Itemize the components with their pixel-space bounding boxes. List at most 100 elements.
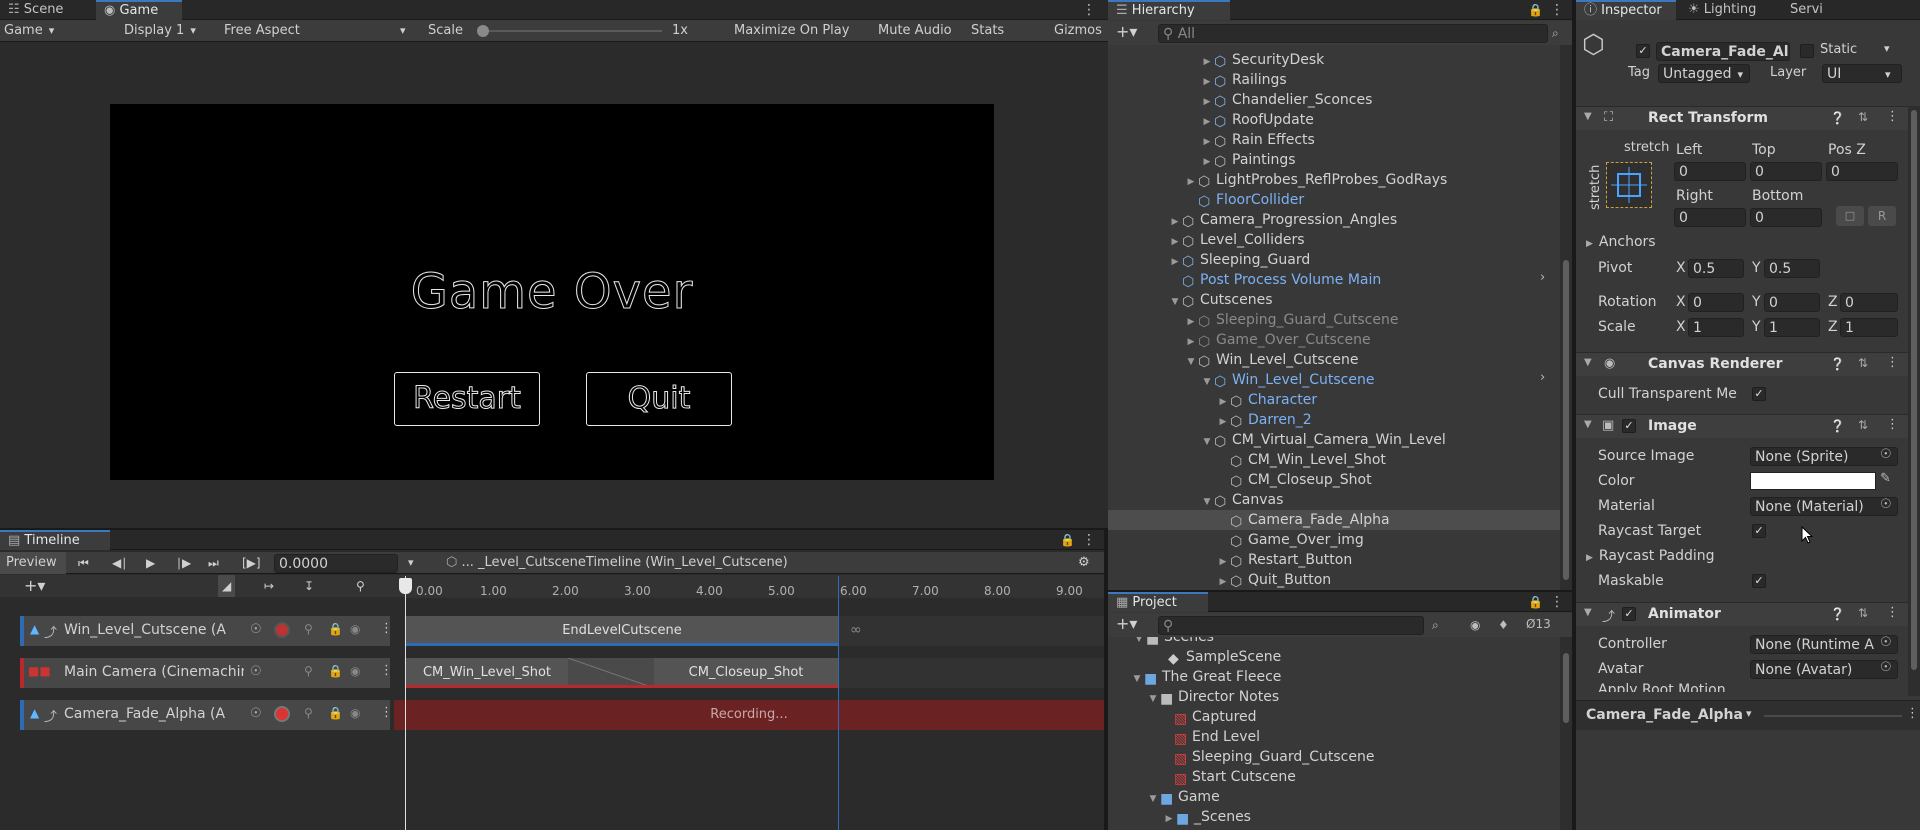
scale-x-field[interactable]: 1: [1688, 318, 1744, 337]
mute-audio-button[interactable]: Mute Audio: [878, 20, 952, 42]
project-scrollbar[interactable]: [1560, 637, 1572, 830]
quit-button[interactable]: Quit: [586, 372, 732, 426]
chevron-right-icon[interactable]: ›: [1540, 270, 1545, 285]
eye-icon[interactable]: ◉: [350, 664, 360, 678]
cull-checkbox[interactable]: ✓: [1752, 387, 1766, 401]
track-camera-fade-alpha[interactable]: ▲ ⤴ Camera_Fade_Alpha (A ☉ ⚲ 🔒 ◉ ⋮: [20, 700, 393, 730]
object-name-field[interactable]: Camera_Fade_Alp: [1656, 42, 1790, 61]
lock-icon[interactable]: 🔒: [1528, 594, 1543, 610]
list-item[interactable]: ▧ Sleeping_Guard_Cutscene: [1174, 747, 1374, 767]
pin-icon[interactable]: ⚲: [304, 706, 313, 720]
list-item[interactable]: ⬡ CM_Closeup_Shot: [1216, 470, 1372, 490]
track-main-camera[interactable]: ■■ Main Camera (Cinemachine ☉ ⚲ 🔒 ◉ ⋮: [20, 658, 393, 688]
first-frame-icon[interactable]: ⏮: [78, 552, 89, 574]
game-viewport[interactable]: Game Over Restart Quit: [110, 104, 994, 480]
list-item[interactable]: ▼ ■ Director Notes: [1146, 687, 1280, 707]
preview-dropdown-icon[interactable]: ▾: [1746, 707, 1752, 720]
blend-region[interactable]: [568, 658, 654, 688]
help-icon[interactable]: ❔: [1830, 419, 1845, 433]
hidden-packages-count[interactable]: Ø13: [1526, 616, 1551, 632]
collapse-icon[interactable]: ▼: [1584, 111, 1592, 122]
time-format-dropdown[interactable]: ▾: [408, 552, 414, 574]
raycast-padding-foldout[interactable]: ▶ Raycast Padding: [1586, 546, 1715, 566]
playhead-line[interactable]: [405, 576, 406, 830]
object-picker-icon[interactable]: ☉: [1880, 447, 1892, 462]
search-by-type-icon[interactable]: ⌕: [1432, 617, 1439, 633]
collapse-icon[interactable]: ▼: [1584, 357, 1592, 368]
blueprint-mode-icon[interactable]: □: [1836, 206, 1864, 226]
lock-icon[interactable]: 🔒: [328, 706, 343, 720]
material-field[interactable]: None (Material): [1750, 497, 1898, 516]
layer-dropdown[interactable]: UI: [1822, 64, 1902, 83]
presets-icon[interactable]: ⇅: [1858, 418, 1868, 432]
pin-icon[interactable]: ⚲: [304, 622, 313, 636]
static-dropdown-icon[interactable]: ▾: [1884, 42, 1890, 55]
tab-services[interactable]: Servi: [1782, 0, 1834, 20]
rotation-z-field[interactable]: 0: [1840, 293, 1898, 312]
presets-icon[interactable]: ⇅: [1858, 356, 1868, 370]
list-item[interactable]: ▶ ⬡ Character: [1216, 390, 1318, 410]
display-mode-dropdown[interactable]: Game: [4, 20, 110, 42]
raycast-target-checkbox[interactable]: ✓: [1752, 524, 1766, 538]
preview-menu-icon[interactable]: ⋮: [1906, 706, 1919, 721]
image-enabled-checkbox[interactable]: ✓: [1622, 419, 1636, 433]
list-item[interactable]: ▶ ⬡ Paintings: [1200, 150, 1296, 170]
list-item[interactable]: ▶ ⬡ Railings: [1200, 70, 1287, 90]
list-item[interactable]: ▶ ⬡ Rain Effects: [1200, 130, 1315, 150]
gizmos-dropdown[interactable]: Gizmos: [1054, 20, 1113, 42]
label-icon[interactable]: ♦: [1498, 617, 1509, 633]
animator-header[interactable]: ▼ ⤴ ✓ Animator ❔ ⇅ ⋮: [1576, 602, 1908, 626]
target-icon[interactable]: ☉: [250, 706, 262, 721]
create-dropdown[interactable]: +▾: [1116, 21, 1137, 43]
scrollbar-thumb[interactable]: [1911, 110, 1917, 670]
scrollbar-thumb[interactable]: [1563, 653, 1569, 723]
lock-icon[interactable]: 🔒: [328, 664, 343, 678]
timeline-settings-icon[interactable]: ⚙: [1078, 552, 1090, 574]
anchors-foldout[interactable]: ▶ Anchors: [1586, 232, 1656, 252]
project-search-input[interactable]: ⚲: [1158, 616, 1424, 635]
track-win-level-cutscene[interactable]: ▲ ⤴ Win_Level_Cutscene (A ☉ ⚲ 🔒 ◉ ⋮: [20, 616, 393, 646]
left-field[interactable]: 0: [1674, 162, 1746, 181]
list-item[interactable]: ▶ ⬡ Camera_Progression_Angles: [1168, 210, 1398, 230]
list-item[interactable]: ▼ ⬡ Canvas: [1200, 490, 1284, 510]
animator-enabled-checkbox[interactable]: ✓: [1622, 607, 1636, 621]
track-menu-icon[interactable]: ⋮: [380, 705, 393, 720]
play-icon[interactable]: ▶: [146, 552, 155, 574]
eye-icon[interactable]: ◉: [350, 622, 360, 636]
tab-scene[interactable]: ☷ Scene: [0, 0, 92, 20]
presets-icon[interactable]: ⇅: [1858, 110, 1868, 124]
clip-cm-win-level-shot[interactable]: CM_Win_Level_Shot: [406, 658, 568, 688]
restart-button[interactable]: Restart: [394, 372, 540, 426]
hierarchy-scrollbar[interactable]: [1560, 45, 1572, 590]
anchor-preset-button[interactable]: [1606, 162, 1652, 208]
aspect-dropdown[interactable]: Free Aspect: [224, 20, 414, 42]
list-item[interactable]: ▶ ⬡ Quit_Button: [1216, 570, 1332, 590]
component-menu-icon[interactable]: ⋮: [1886, 355, 1899, 370]
hierarchy-menu-icon[interactable]: ⋮: [1550, 1, 1564, 19]
pin-icon[interactable]: ⚲: [304, 664, 313, 678]
presets-icon[interactable]: ⇅: [1858, 606, 1868, 620]
eye-icon[interactable]: ◉: [350, 706, 360, 720]
lock-icon[interactable]: 🔒: [328, 622, 343, 636]
search-options-icon[interactable]: ⌕: [1552, 25, 1559, 41]
playhead-handle[interactable]: [399, 578, 412, 594]
project-menu-icon[interactable]: ⋮: [1550, 593, 1564, 611]
list-item[interactable]: ▼ ⬡ CM_Virtual_Camera_Win_Level: [1200, 430, 1446, 450]
last-frame-icon[interactable]: ⏭: [208, 552, 219, 574]
lock-icon[interactable]: 🔒: [1060, 532, 1075, 548]
snap-icon[interactable]: ◢: [218, 575, 236, 597]
component-menu-icon[interactable]: ⋮: [1886, 417, 1899, 432]
posz-field[interactable]: 0: [1826, 162, 1898, 181]
list-item[interactable]: ⬡ Game_Over_img: [1216, 530, 1364, 550]
controller-field[interactable]: None (Runtime A: [1750, 635, 1898, 654]
create-dropdown[interactable]: +▾: [1116, 613, 1137, 635]
help-icon[interactable]: ❔: [1830, 607, 1845, 621]
list-item[interactable]: ▶ ⬡ Chandelier_Sconces: [1200, 90, 1373, 110]
list-item[interactable]: ▧ Start Cutscene: [1174, 767, 1296, 787]
list-item[interactable]: ▼ ■ Scenes: [1132, 637, 1214, 647]
track-menu-icon[interactable]: ⋮: [380, 621, 393, 636]
replace-icon[interactable]: ↧: [304, 575, 314, 597]
collapse-icon[interactable]: ▼: [1584, 419, 1592, 430]
object-picker-icon[interactable]: ☉: [1880, 497, 1892, 512]
scrollbar-thumb[interactable]: [1563, 260, 1569, 580]
